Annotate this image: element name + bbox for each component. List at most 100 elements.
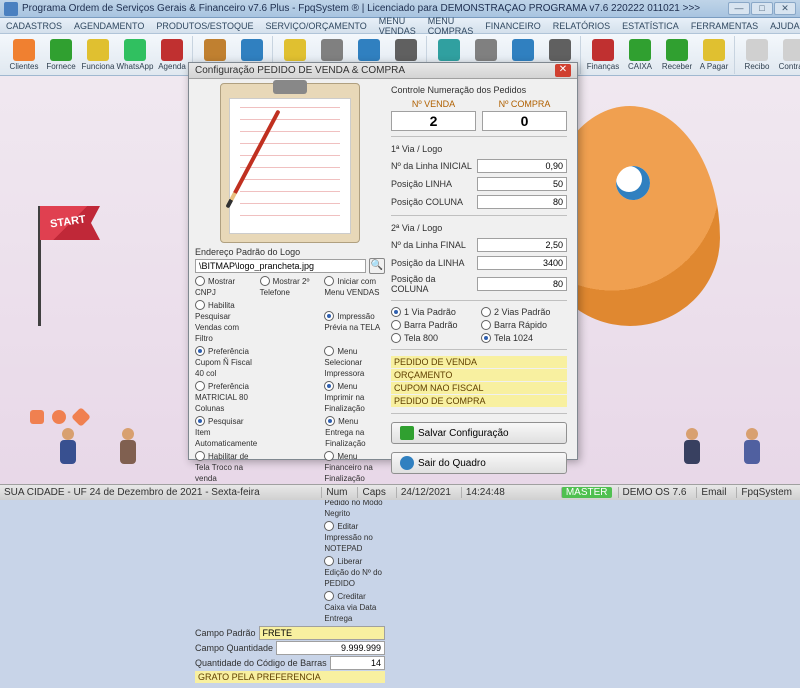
radio-icon [195,416,205,426]
tool-icon [161,39,183,61]
via1-poscol-input[interactable] [477,195,568,209]
via2-head: 2ª Via / Logo [391,221,567,235]
menu-pedido-de-compra[interactable]: PEDIDO DE COMPRA [391,395,567,407]
option-menu-imprimi[interactable]: Menu Imprimir na Finalização [324,381,385,414]
venda-number: 2 [391,111,476,131]
radio-barra-padrão[interactable]: Barra Padrão [391,319,477,331]
tool-icon [87,39,109,61]
maximize-button[interactable]: □ [751,2,773,15]
option-menu-entrega[interactable]: Menu Entrega na Finalização [325,416,385,449]
tool-icon [592,39,614,61]
radio-1-via-padrão[interactable]: 1 Via Padrão [391,306,477,318]
menu-serviço/orçamento[interactable]: SERVIÇO/ORÇAMENTO [266,21,367,31]
option-editar-impre[interactable]: Editar Impressão no NOTEPAD [324,521,385,554]
menu-menu compras[interactable]: MENU COMPRAS [428,16,474,36]
status-num: Num [321,487,351,498]
option-mostrar-2º-t[interactable]: Mostrar 2º Telefone [260,276,321,298]
tool-a pagar[interactable]: A Pagar [696,36,732,74]
via2-poslinha-input[interactable] [477,256,568,270]
radio-icon [324,591,334,601]
status-system: FpqSystem [736,487,796,498]
tool-caixa[interactable]: CAIXA [622,36,658,74]
option-habilita-pes[interactable]: Habilita Pesquisar Vendas com Filtro [195,300,256,344]
menu-agendamento[interactable]: AGENDAMENTO [74,21,144,31]
via1-poslinha-input[interactable] [477,177,568,191]
qtd-barras-input[interactable] [330,656,385,670]
status-time: 14:24:48 [461,487,509,498]
save-button[interactable]: Salvar Configuração [391,422,567,444]
via2-linhafin-input[interactable] [477,238,568,252]
option-preferência-[interactable]: Preferência MATRICIAL 80 Colunas [195,381,256,414]
radio-tela-1024[interactable]: Tela 1024 [481,332,567,344]
tool-fornece[interactable]: Fornece [43,36,79,74]
tool-whatsapp[interactable]: WhatsApp [117,36,153,74]
via2-poslinha-label: Posição da LINHA [391,258,474,268]
tool-recibo[interactable]: Recibo [739,36,775,74]
campo-qtd-input[interactable] [276,641,385,655]
menu-ajuda[interactable]: AJUDA [770,21,800,31]
option-liberar-ediç[interactable]: Liberar Edição do Nº do PEDIDO [324,556,385,589]
venda-label: Nº VENDA [391,99,476,109]
status-caps: Caps [357,487,389,498]
via2-poscol-input[interactable] [477,277,568,291]
minimize-button[interactable]: — [728,2,750,15]
option-pesquisar-it[interactable]: Pesquisar Item Automaticamente [195,416,257,449]
radio-icon [324,381,334,391]
radio-barra-rápido[interactable]: Barra Rápido [481,319,567,331]
tool-finanças[interactable]: Finanças [585,36,621,74]
menu-ferramentas[interactable]: FERRAMENTAS [691,21,758,31]
campo-qtd-label: Campo Quantidade [195,643,273,653]
tool-clientes[interactable]: Clientes [6,36,42,74]
radio-icon [481,320,491,330]
tool-funciona[interactable]: Funciona [80,36,116,74]
option-habilitar-de[interactable]: Habilitar de Tela Troco na venda [195,451,256,484]
tool-icon [438,39,460,61]
tool-agenda[interactable]: Agenda [154,36,190,74]
tool-contrato[interactable]: Contrato [776,36,800,74]
radio-icon [391,320,401,330]
browse-button[interactable]: 🔍 [369,258,385,274]
menu-orçamento[interactable]: ORÇAMENTO [391,369,567,381]
radio-icon [324,451,334,461]
tool-receber[interactable]: Receber [659,36,695,74]
dialog-title: Configuração PEDIDO DE VENDA & COMPRA [195,65,405,76]
menu-produtos/estoque[interactable]: PRODUTOS/ESTOQUE [156,21,253,31]
menu-cupom-nao-fiscal[interactable]: CUPOM NAO FISCAL [391,382,567,394]
radio-tela-800[interactable]: Tela 800 [391,332,477,344]
exit-button[interactable]: Sair do Quadro [391,452,567,474]
person-illustration [684,428,700,464]
logo-path-input[interactable] [195,259,366,273]
option-preferência-[interactable]: Preferência Cupom Ñ Fiscal 40 col [195,346,256,379]
compra-label: Nº COMPRA [482,99,567,109]
radio-2-vias-padrão[interactable]: 2 Vias Padrão [481,306,567,318]
clipboard-image [220,83,360,243]
menu-estatística[interactable]: ESTATÍSTICA [622,21,679,31]
menu-menu vendas[interactable]: MENU VENDAS [379,16,416,36]
status-demo: DEMO OS 7.6 [618,487,691,498]
option-menu-finance[interactable]: Menu Financeiro na Finalização [324,451,385,484]
menu-cadastros[interactable]: CADASTROS [6,21,62,31]
compra-number: 0 [482,111,567,131]
close-button[interactable]: ✕ [774,2,796,15]
config-dialog: Configuração PEDIDO DE VENDA & COMPRA ✕ … [188,62,578,460]
tool-icon [204,39,226,61]
radio-icon [195,276,205,286]
campo-padrao-input[interactable] [259,626,385,640]
tool-icon [549,39,571,61]
menu-relatórios[interactable]: RELATÓRIOS [553,21,610,31]
option-mostrar-cnpj[interactable]: Mostrar CNPJ [195,276,256,298]
menu-pedido-de-venda[interactable]: PEDIDO DE VENDA [391,356,567,368]
radio-icon [324,521,334,531]
via1-linhaini-input[interactable] [477,159,568,173]
dialog-close-button[interactable]: ✕ [555,64,571,77]
radio-icon [481,307,491,317]
option-menu-selecio[interactable]: Menu Selecionar Impressora [324,346,385,379]
statusbar: SUA CIDADE - UF 24 de Dezembro de 2021 -… [0,484,800,500]
via1-head: 1ª Via / Logo [391,142,567,156]
exit-icon [400,456,414,470]
menu-financeiro[interactable]: FINANCEIRO [485,21,541,31]
option-impressão-pr[interactable]: Impressão Prévia na TELA [324,311,385,333]
controle-title: Controle Numeração dos Pedidos [391,83,567,97]
option-creditar-cai[interactable]: Creditar Caixa via Data Entrega [324,591,385,624]
option-iniciar-com-[interactable]: Iniciar com Menu VENDAS [324,276,385,298]
